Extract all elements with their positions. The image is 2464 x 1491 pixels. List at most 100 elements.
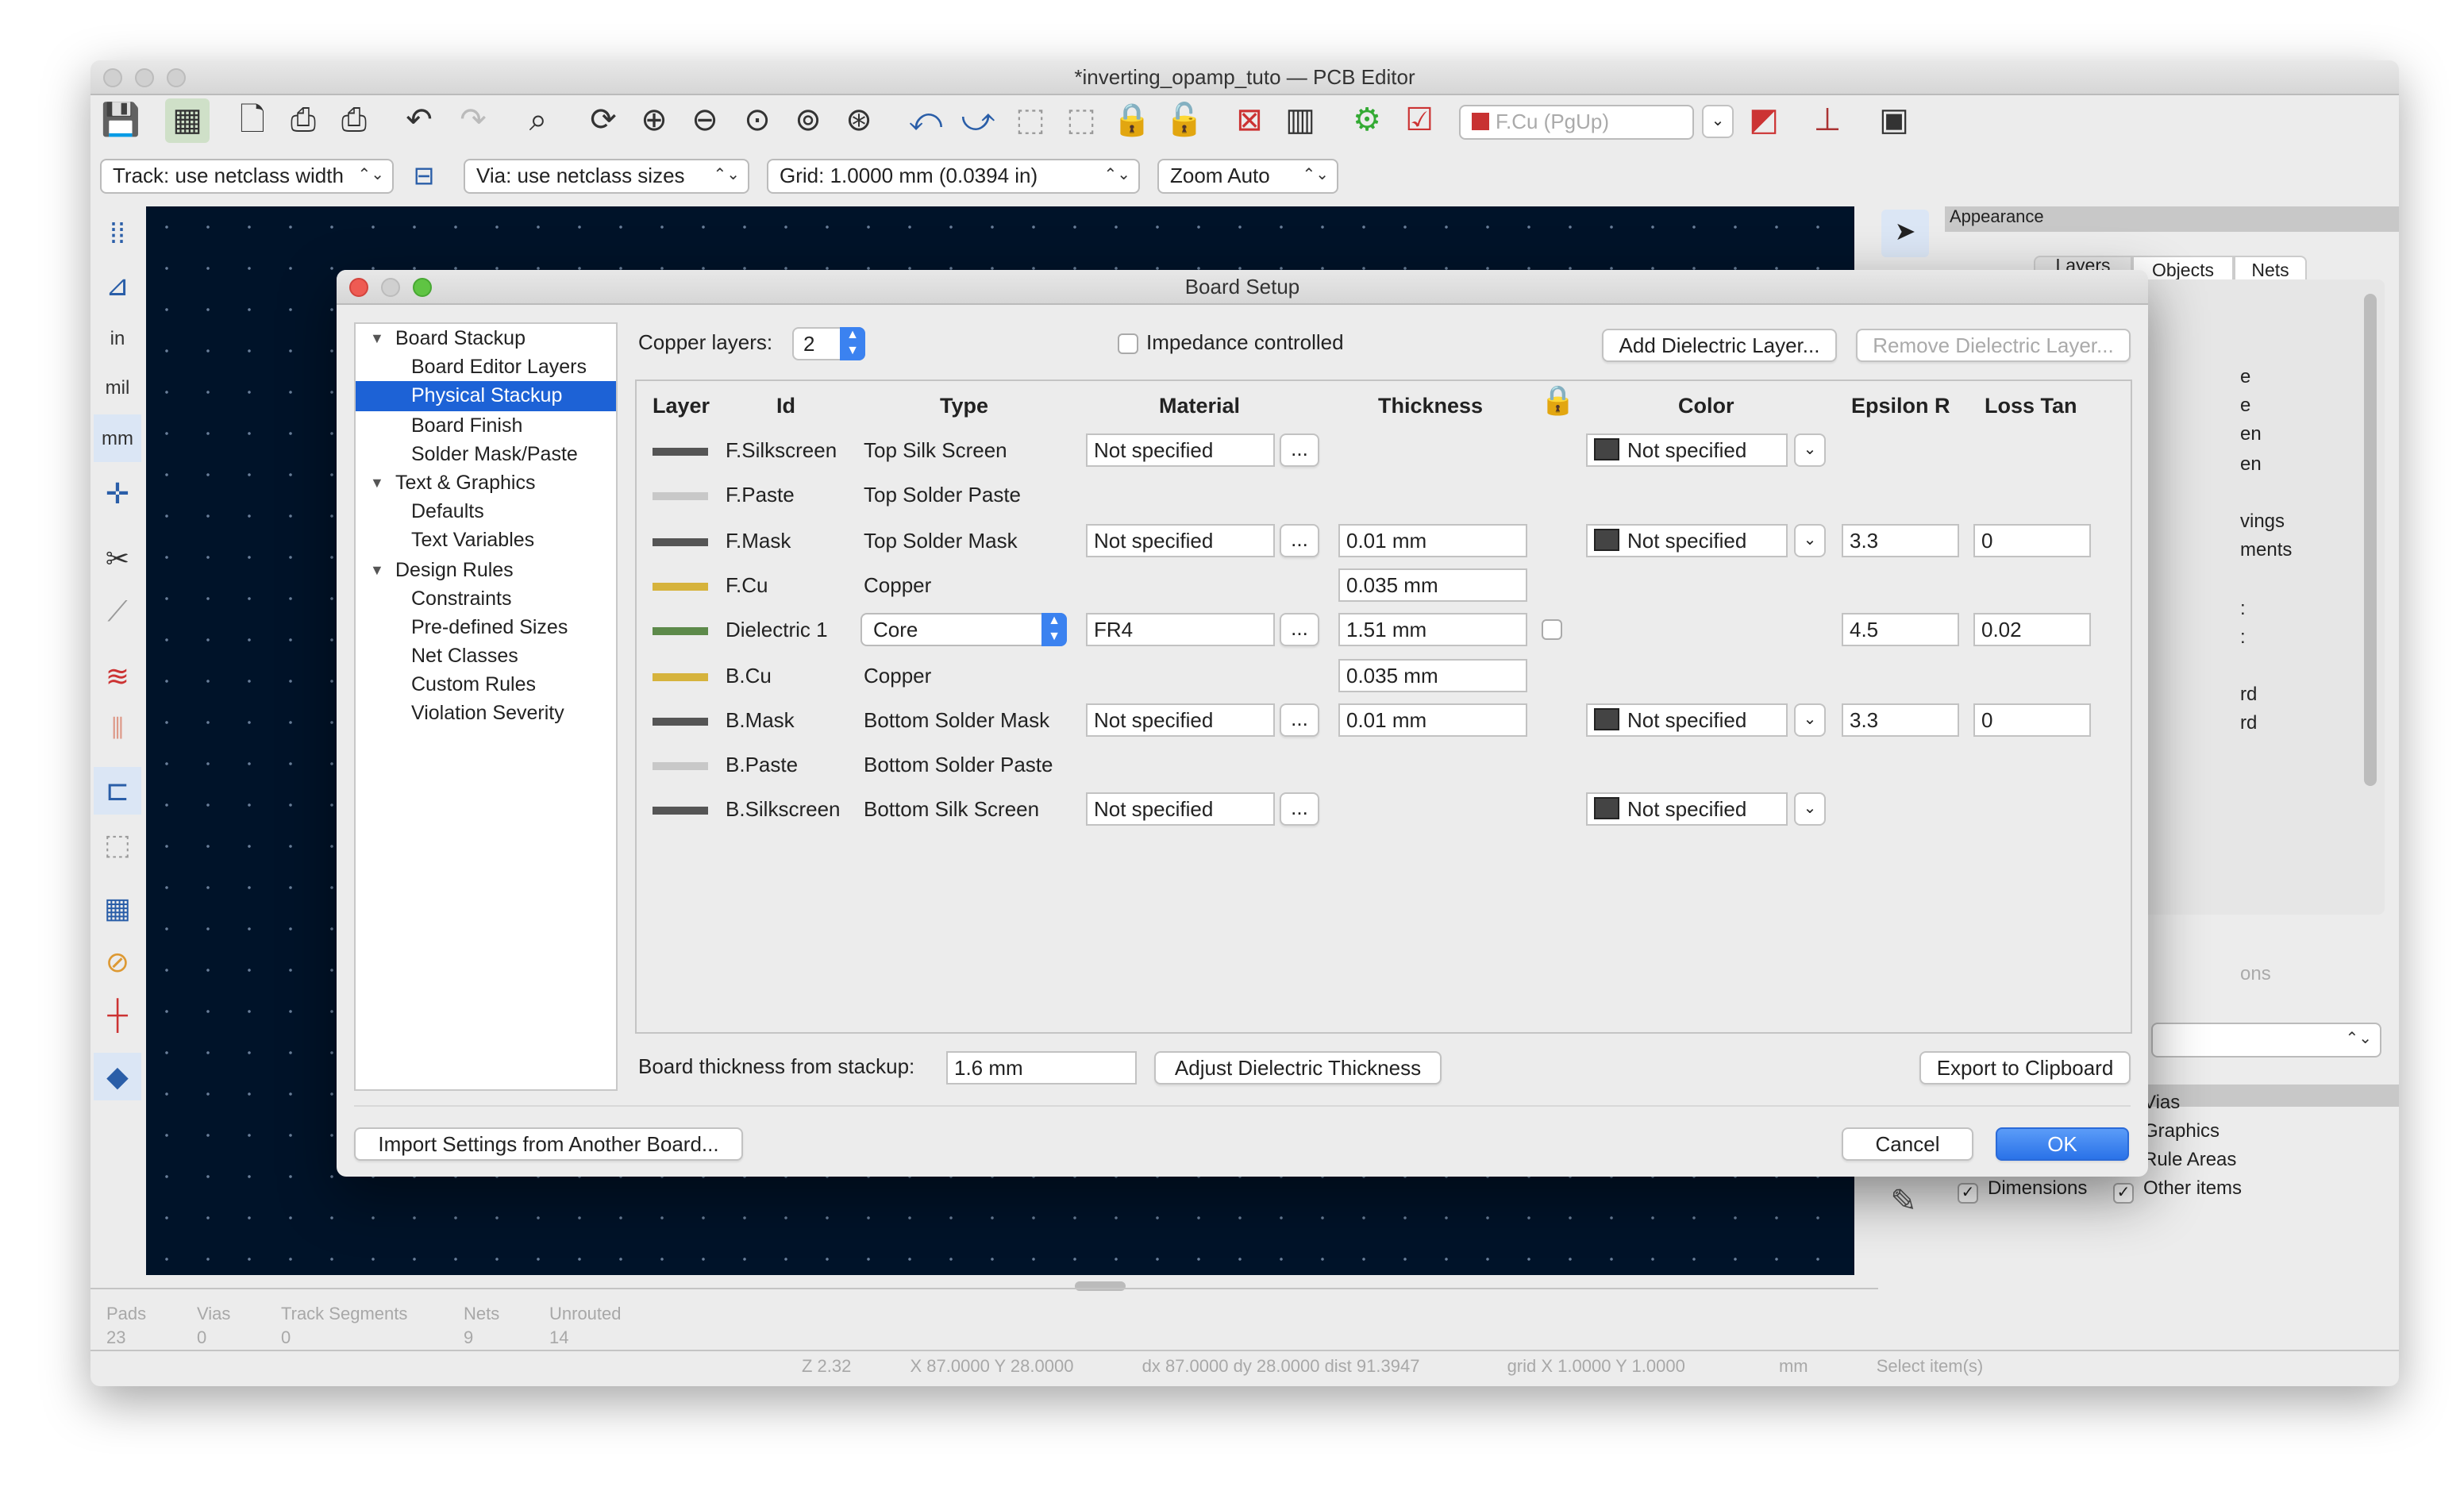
disclosure-triangle-icon[interactable]: ▼ <box>370 324 384 353</box>
dialog-minimize-button[interactable] <box>381 278 400 297</box>
disclosure-triangle-icon[interactable]: ▼ <box>370 468 384 497</box>
epsilon-r-field[interactable]: 3.3 <box>1842 523 1959 557</box>
layer-select-dropdown[interactable]: ⌄ <box>1702 105 1734 138</box>
thickness-field[interactable]: 0.035 mm <box>1338 568 1527 602</box>
visibility-checkbox[interactable]: ✓ <box>2113 1183 2134 1204</box>
cursor-icon[interactable]: ✛ <box>94 470 141 518</box>
export-to-clipboard-button[interactable]: Export to Clipboard <box>1919 1051 2131 1085</box>
tree-item[interactable]: Text Variables <box>356 526 616 555</box>
cancel-button[interactable]: Cancel <box>1842 1127 1973 1161</box>
layers-scrollbar[interactable] <box>2364 294 2377 786</box>
tree-item[interactable]: Pre-defined Sizes <box>356 613 616 641</box>
flip-icon[interactable]: ⬚ <box>1008 98 1053 143</box>
print-icon[interactable]: ⎙ <box>281 98 325 143</box>
netlist-icon[interactable]: ⊠ <box>1227 98 1272 143</box>
material-field[interactable]: Not specified <box>1086 433 1275 467</box>
unlock-icon[interactable]: 🔓 <box>1162 98 1207 143</box>
object-visibility-item[interactable]: ✓ Dimensions <box>1958 1177 2087 1204</box>
units-mm-icon[interactable]: mm <box>94 414 141 462</box>
drc-icon[interactable]: ☑ <box>1397 98 1442 143</box>
color-dropdown-button[interactable]: ⌄ <box>1794 523 1826 557</box>
zoom-in-icon[interactable]: ⊕ <box>632 98 676 143</box>
material-browse-button[interactable]: ... <box>1280 792 1319 826</box>
undo-icon[interactable]: ↶ <box>397 98 441 143</box>
via-outline-icon[interactable]: ⬚ <box>94 821 141 869</box>
zoom-select[interactable]: Zoom Auto ⌃⌄ <box>1157 159 1338 194</box>
layer-select[interactable]: F.Cu (PgUp) <box>1459 105 1694 140</box>
zoom-fit-icon[interactable]: ⊙ <box>735 98 780 143</box>
color-select[interactable]: Not specified <box>1586 433 1788 467</box>
tree-item[interactable]: ▼ Design Rules <box>356 555 616 584</box>
plot-icon[interactable]: ⎙ <box>332 98 376 143</box>
grid-toggle-icon[interactable]: ⁞⁞ <box>94 210 141 257</box>
adjust-dielectric-thickness-button[interactable]: Adjust Dielectric Thickness <box>1154 1051 1442 1085</box>
page-settings-icon[interactable]: 🗋 <box>230 98 275 143</box>
color-select[interactable]: Not specified <box>1586 523 1788 557</box>
color-dropdown-button[interactable]: ⌄ <box>1794 703 1826 737</box>
via-size-select[interactable]: Via: use netclass sizes ⌃⌄ <box>464 159 749 194</box>
loss-tan-field[interactable]: 0 <box>1973 703 2091 737</box>
pad-outline-icon[interactable]: ⫴ <box>94 705 141 753</box>
thickness-field[interactable]: 0.035 mm <box>1338 658 1527 692</box>
auto-track-width-icon[interactable]: ⊟ <box>402 156 446 200</box>
zone-display-icon[interactable]: ≋ <box>94 653 141 700</box>
loss-tan-field[interactable]: 0.02 <box>1973 613 2091 647</box>
material-field[interactable]: FR4 <box>1086 613 1275 647</box>
polar-coords-icon[interactable]: ⊿ <box>94 262 141 310</box>
thickness-field[interactable]: 1.51 mm <box>1338 613 1527 647</box>
thickness-lock-checkbox[interactable] <box>1542 619 1562 641</box>
presets-select[interactable]: ⌃⌄ <box>2151 1023 2381 1058</box>
dialog-close-button[interactable] <box>349 278 368 297</box>
find-icon[interactable]: ⌕ <box>516 98 560 143</box>
rotate-cw-icon[interactable]: ⤻ <box>956 98 1000 143</box>
zoom-out-icon[interactable]: ⊖ <box>683 98 727 143</box>
minimize-button[interactable] <box>135 68 154 87</box>
tree-item[interactable]: Violation Severity <box>356 699 616 728</box>
thickness-field[interactable]: 0.01 mm <box>1338 703 1527 737</box>
microwave-tools-icon[interactable]: ⊥ <box>1805 98 1850 143</box>
measure-tool-icon[interactable]: ✎ <box>1881 1180 1926 1224</box>
units-mil-icon[interactable]: mil <box>94 364 141 411</box>
crosshair-icon[interactable]: ┼ <box>94 991 141 1038</box>
epsilon-r-field[interactable]: 4.5 <box>1842 613 1959 647</box>
rotate-ccw-icon[interactable]: ⤺ <box>903 98 948 143</box>
add-dielectric-layer-button[interactable]: Add Dielectric Layer... <box>1602 329 1837 362</box>
zoom-button[interactable] <box>167 68 186 87</box>
copper-layers-select[interactable]: 2 ▲ ▼ <box>792 327 865 360</box>
impedance-controlled-checkbox[interactable] <box>1118 333 1138 354</box>
canvas-scrollbar[interactable] <box>1075 1281 1126 1291</box>
loss-tan-field[interactable]: 0 <box>1973 523 2091 557</box>
select-tool-icon[interactable]: ➤ <box>1881 210 1929 257</box>
material-browse-button[interactable]: ... <box>1280 433 1319 467</box>
tree-item[interactable]: ▼ Text & Graphics <box>356 468 616 497</box>
material-browse-button[interactable]: ... <box>1280 523 1319 557</box>
visibility-checkbox[interactable]: ✓ <box>1958 1183 1978 1204</box>
color-dropdown-button[interactable]: ⌄ <box>1794 792 1826 826</box>
disclosure-triangle-icon[interactable]: ▼ <box>370 555 384 584</box>
layer-type-select[interactable]: Core ▲ ▼ <box>860 613 1067 647</box>
tree-item[interactable]: Custom Rules <box>356 671 616 699</box>
curved-ratsnest-icon[interactable]: ⟋ <box>94 588 141 635</box>
layer-pair-icon[interactable]: ◩ <box>1742 98 1786 143</box>
color-select[interactable]: Not specified <box>1586 792 1788 826</box>
tree-item[interactable]: ▼ Board Stackup <box>356 324 616 353</box>
material-browse-button[interactable]: ... <box>1280 613 1319 647</box>
remove-dielectric-layer-button[interactable]: Remove Dielectric Layer... <box>1856 329 2131 362</box>
tree-item[interactable]: Board Editor Layers <box>356 353 616 381</box>
import-settings-button[interactable]: Import Settings from Another Board... <box>354 1127 743 1161</box>
zoom-selection-icon[interactable]: ⊛ <box>837 98 881 143</box>
zoom-objects-icon[interactable]: ⊚ <box>786 98 830 143</box>
tree-item[interactable]: Solder Mask/Paste <box>356 440 616 468</box>
tree-item[interactable]: Defaults <box>356 497 616 526</box>
epsilon-r-field[interactable]: 3.3 <box>1842 703 1959 737</box>
redo-icon[interactable]: ↷ <box>451 98 495 143</box>
color-select[interactable]: Not specified <box>1586 703 1788 737</box>
thickness-field[interactable]: 0.01 mm <box>1338 523 1527 557</box>
tree-item[interactable]: Board Finish <box>356 410 616 439</box>
track-width-select[interactable]: Track: use netclass width ⌃⌄ <box>100 159 394 194</box>
material-field[interactable]: Not specified <box>1086 523 1275 557</box>
color-dropdown-button[interactable]: ⌄ <box>1794 433 1826 467</box>
console-icon[interactable]: ▣ <box>1872 98 1916 143</box>
redraw-icon[interactable]: ⟳ <box>581 98 626 143</box>
material-field[interactable]: Not specified <box>1086 703 1275 737</box>
